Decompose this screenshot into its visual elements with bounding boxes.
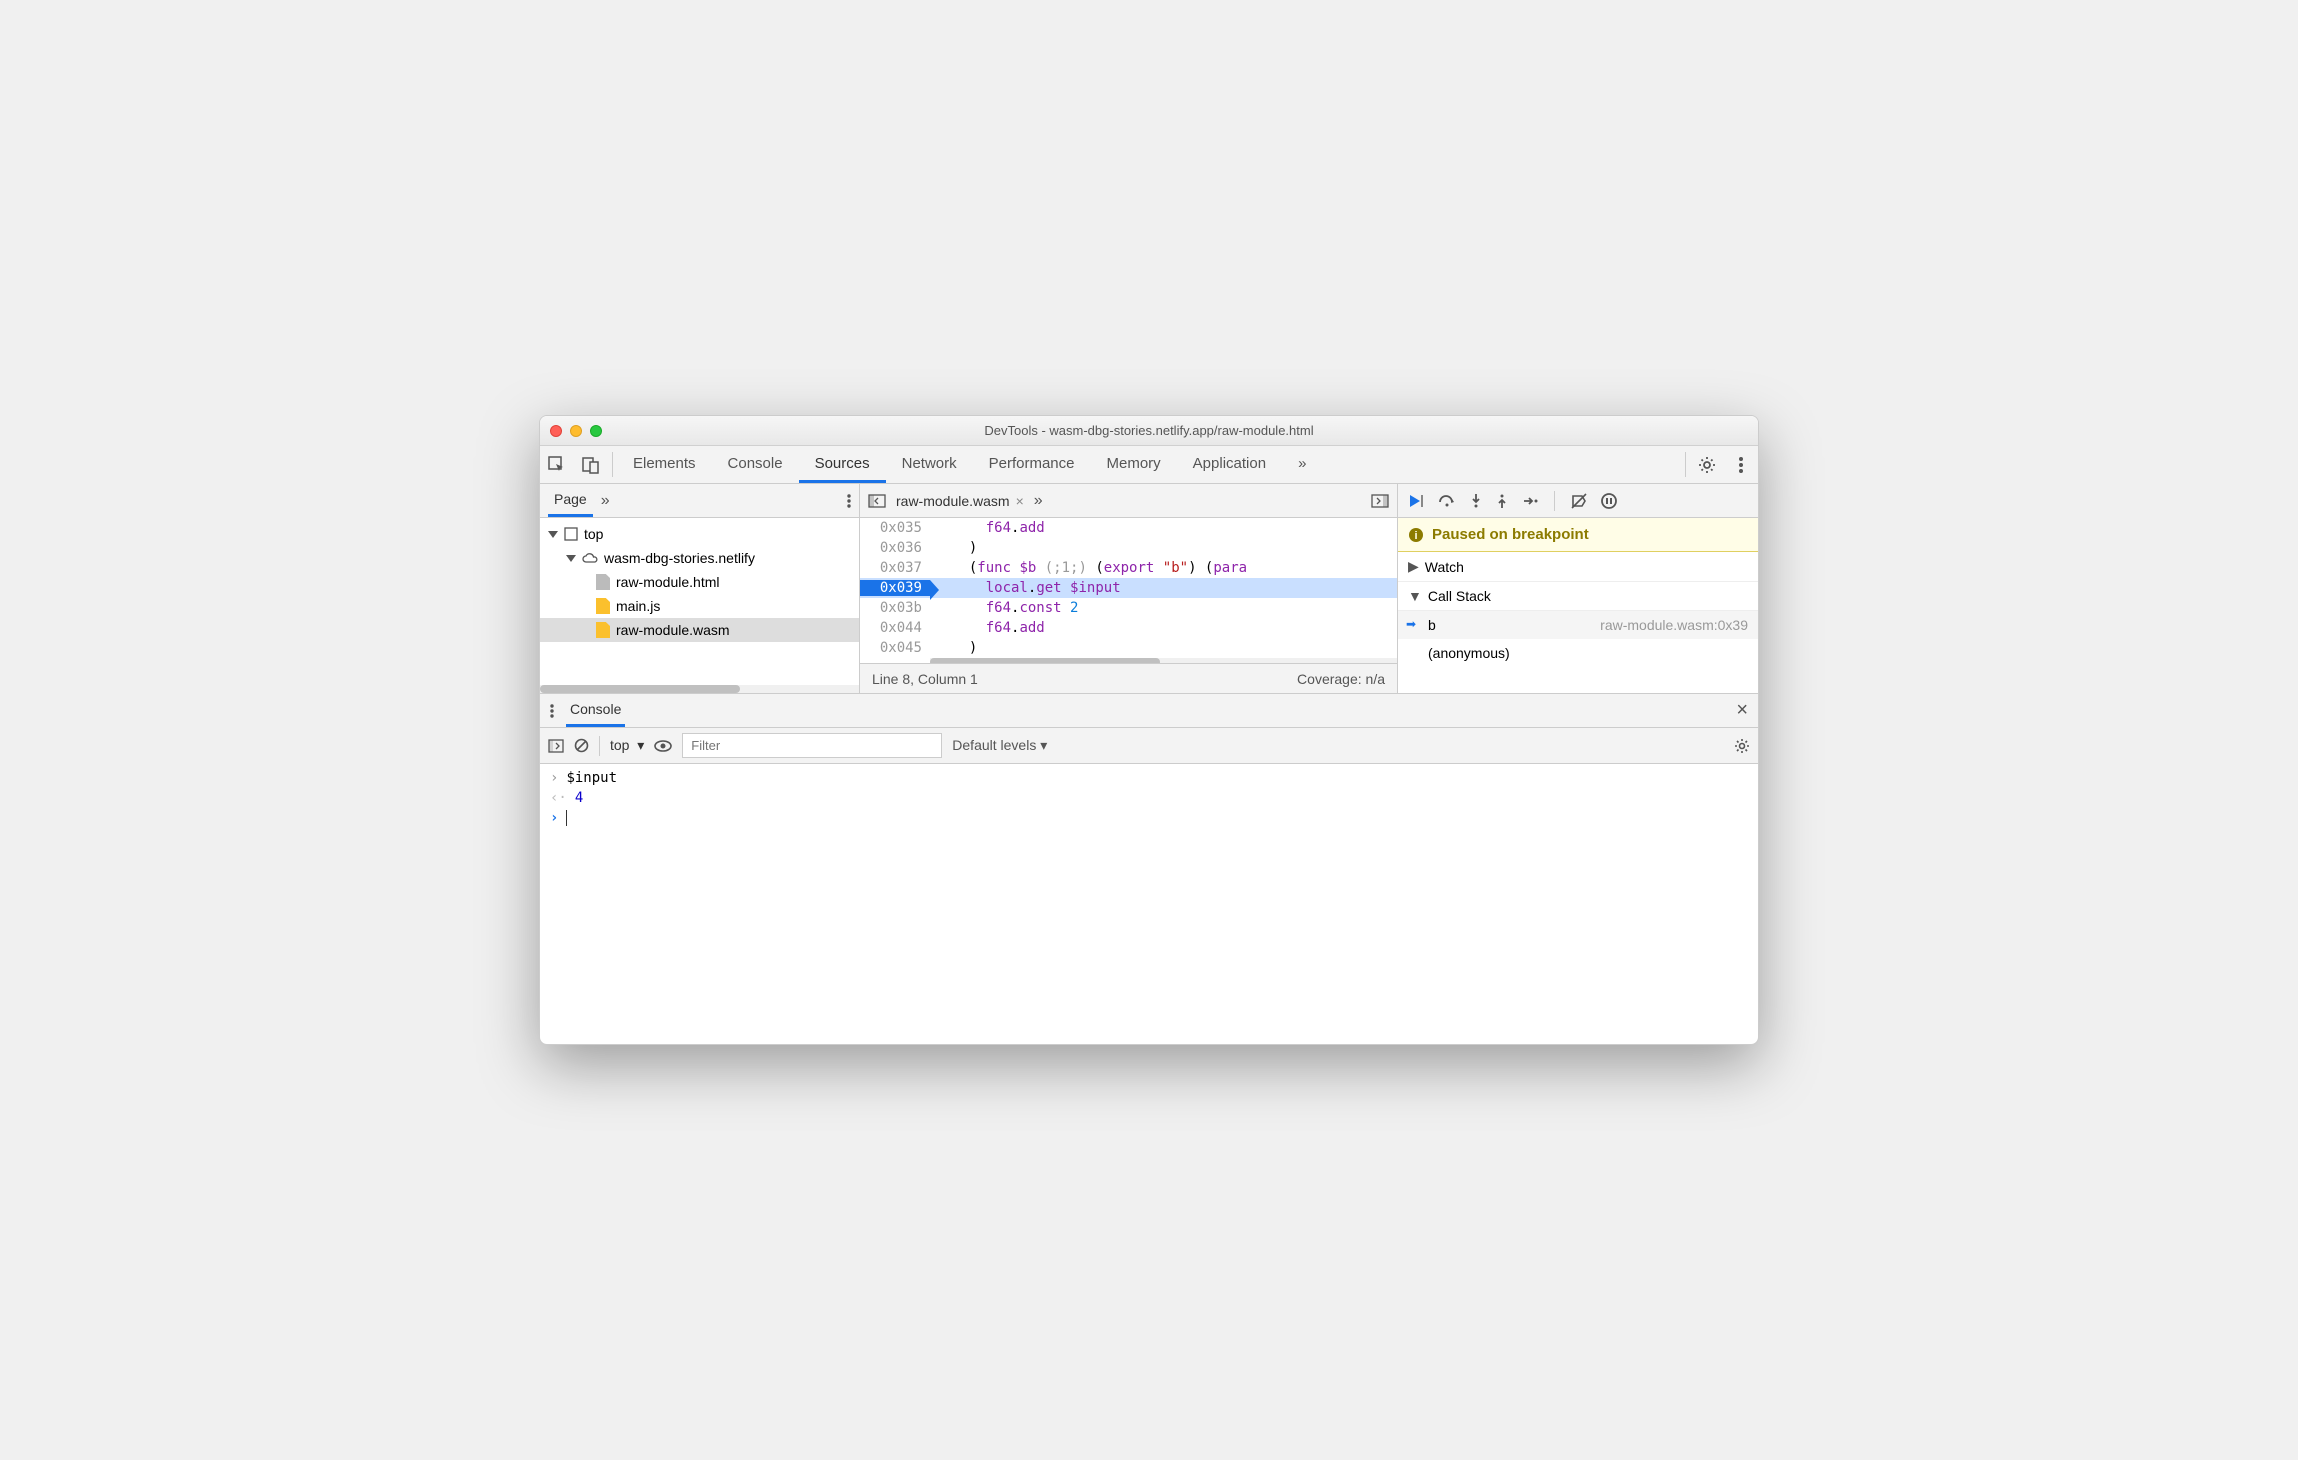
close-tab-icon[interactable]: ×	[1016, 493, 1024, 509]
tree-file-html[interactable]: raw-module.html	[540, 570, 859, 594]
source-panel: raw-module.wasm × » 0x035 f64.add 0x036 …	[860, 484, 1398, 693]
console-toolbar: top ▾ Default levels ▾	[540, 728, 1758, 764]
console-sidebar-icon[interactable]	[548, 739, 564, 753]
toggle-debugger-icon[interactable]	[1371, 494, 1389, 508]
input-chevron-icon: ›	[550, 770, 558, 786]
step-into-icon[interactable]	[1470, 493, 1482, 509]
deactivate-breakpoints-icon[interactable]	[1571, 493, 1587, 509]
source-tab[interactable]: raw-module.wasm ×	[896, 493, 1024, 509]
filter-input[interactable]	[682, 733, 942, 758]
watch-section[interactable]: ▶Watch	[1398, 552, 1758, 582]
file-icon	[596, 622, 610, 638]
console-drawer: Console × top ▾ Default levels ▾ › $inpu…	[540, 694, 1758, 1044]
output-chevron-icon: ‹·	[550, 790, 567, 806]
coverage-status: Coverage: n/a	[1297, 671, 1385, 687]
tab-sources[interactable]: Sources	[799, 446, 886, 483]
navigator-panel: Page » top wasm-dbg-stories.netlify	[540, 484, 860, 693]
navigator-overflow-icon[interactable]: »	[601, 492, 610, 510]
inspect-icon[interactable]	[540, 446, 574, 483]
file-icon	[596, 598, 610, 614]
cursor	[566, 810, 567, 826]
resume-icon[interactable]	[1408, 493, 1424, 509]
console-input-line: › $input	[540, 768, 1758, 788]
tree-file-js[interactable]: main.js	[540, 594, 859, 618]
info-icon: i	[1408, 527, 1424, 543]
cursor-position: Line 8, Column 1	[872, 671, 978, 687]
tree-top[interactable]: top	[540, 522, 859, 546]
drawer-close-icon[interactable]: ×	[1736, 699, 1748, 722]
step-out-icon[interactable]	[1496, 493, 1508, 509]
devtools-window: DevTools - wasm-dbg-stories.netlify.app/…	[539, 415, 1759, 1045]
console-output-line: ‹· 4	[540, 788, 1758, 808]
kebab-menu-icon[interactable]	[1724, 446, 1758, 483]
stack-frame[interactable]: b raw-module.wasm:0x39	[1398, 611, 1758, 639]
console-output[interactable]: › $input ‹· 4 ›	[540, 764, 1758, 1044]
tree-file-wasm[interactable]: raw-module.wasm	[540, 618, 859, 642]
drawer-tab-console[interactable]: Console	[566, 694, 625, 727]
tab-elements[interactable]: Elements	[617, 446, 712, 483]
clear-console-icon[interactable]	[574, 738, 589, 753]
step-over-icon[interactable]	[1438, 494, 1456, 508]
pause-exceptions-icon[interactable]	[1601, 493, 1617, 509]
navigator-tab-page[interactable]: Page	[548, 484, 593, 517]
prompt-chevron-icon: ›	[550, 810, 558, 826]
tab-memory[interactable]: Memory	[1091, 446, 1177, 483]
live-expression-icon[interactable]	[654, 740, 672, 752]
window-title: DevTools - wasm-dbg-stories.netlify.app/…	[540, 423, 1758, 438]
sources-panels: Page » top wasm-dbg-stories.netlify	[540, 484, 1758, 694]
tree-domain[interactable]: wasm-dbg-stories.netlify	[540, 546, 859, 570]
tabs-overflow-icon[interactable]: »	[1282, 446, 1322, 483]
toggle-navigator-icon[interactable]	[868, 494, 886, 508]
console-settings-icon[interactable]	[1734, 738, 1750, 754]
tab-console[interactable]: Console	[712, 446, 799, 483]
settings-icon[interactable]	[1690, 446, 1724, 483]
file-tree: top wasm-dbg-stories.netlify raw-module.…	[540, 518, 859, 685]
context-selector[interactable]: top ▾	[610, 737, 644, 754]
tab-application[interactable]: Application	[1177, 446, 1282, 483]
console-prompt[interactable]: ›	[540, 808, 1758, 828]
file-icon	[596, 574, 610, 590]
pause-banner: i Paused on breakpoint	[1398, 518, 1758, 552]
device-toggle-icon[interactable]	[574, 446, 608, 483]
debugger-panel: i Paused on breakpoint ▶Watch ▼Call Stac…	[1398, 484, 1758, 693]
cloud-icon	[582, 552, 598, 564]
svg-text:i: i	[1414, 530, 1417, 542]
stack-frame[interactable]: (anonymous)	[1398, 639, 1758, 667]
tab-performance[interactable]: Performance	[973, 446, 1091, 483]
step-icon[interactable]	[1522, 494, 1538, 508]
main-tabbar: Elements Console Sources Network Perform…	[540, 446, 1758, 484]
log-levels-selector[interactable]: Default levels ▾	[952, 737, 1047, 754]
drawer-menu-icon[interactable]	[550, 704, 554, 718]
code-scrollbar[interactable]	[930, 658, 1397, 663]
frame-icon	[564, 527, 578, 541]
source-tabs-overflow-icon[interactable]: »	[1034, 492, 1043, 510]
tab-network[interactable]: Network	[886, 446, 973, 483]
source-statusbar: Line 8, Column 1 Coverage: n/a	[860, 663, 1397, 693]
navigator-menu-icon[interactable]	[847, 494, 851, 508]
titlebar: DevTools - wasm-dbg-stories.netlify.app/…	[540, 416, 1758, 446]
code-editor[interactable]: 0x035 f64.add 0x036 ) 0x037 (func $b (;1…	[860, 518, 1397, 663]
navigator-scrollbar[interactable]	[540, 685, 859, 693]
callstack-section[interactable]: ▼Call Stack	[1398, 582, 1758, 611]
